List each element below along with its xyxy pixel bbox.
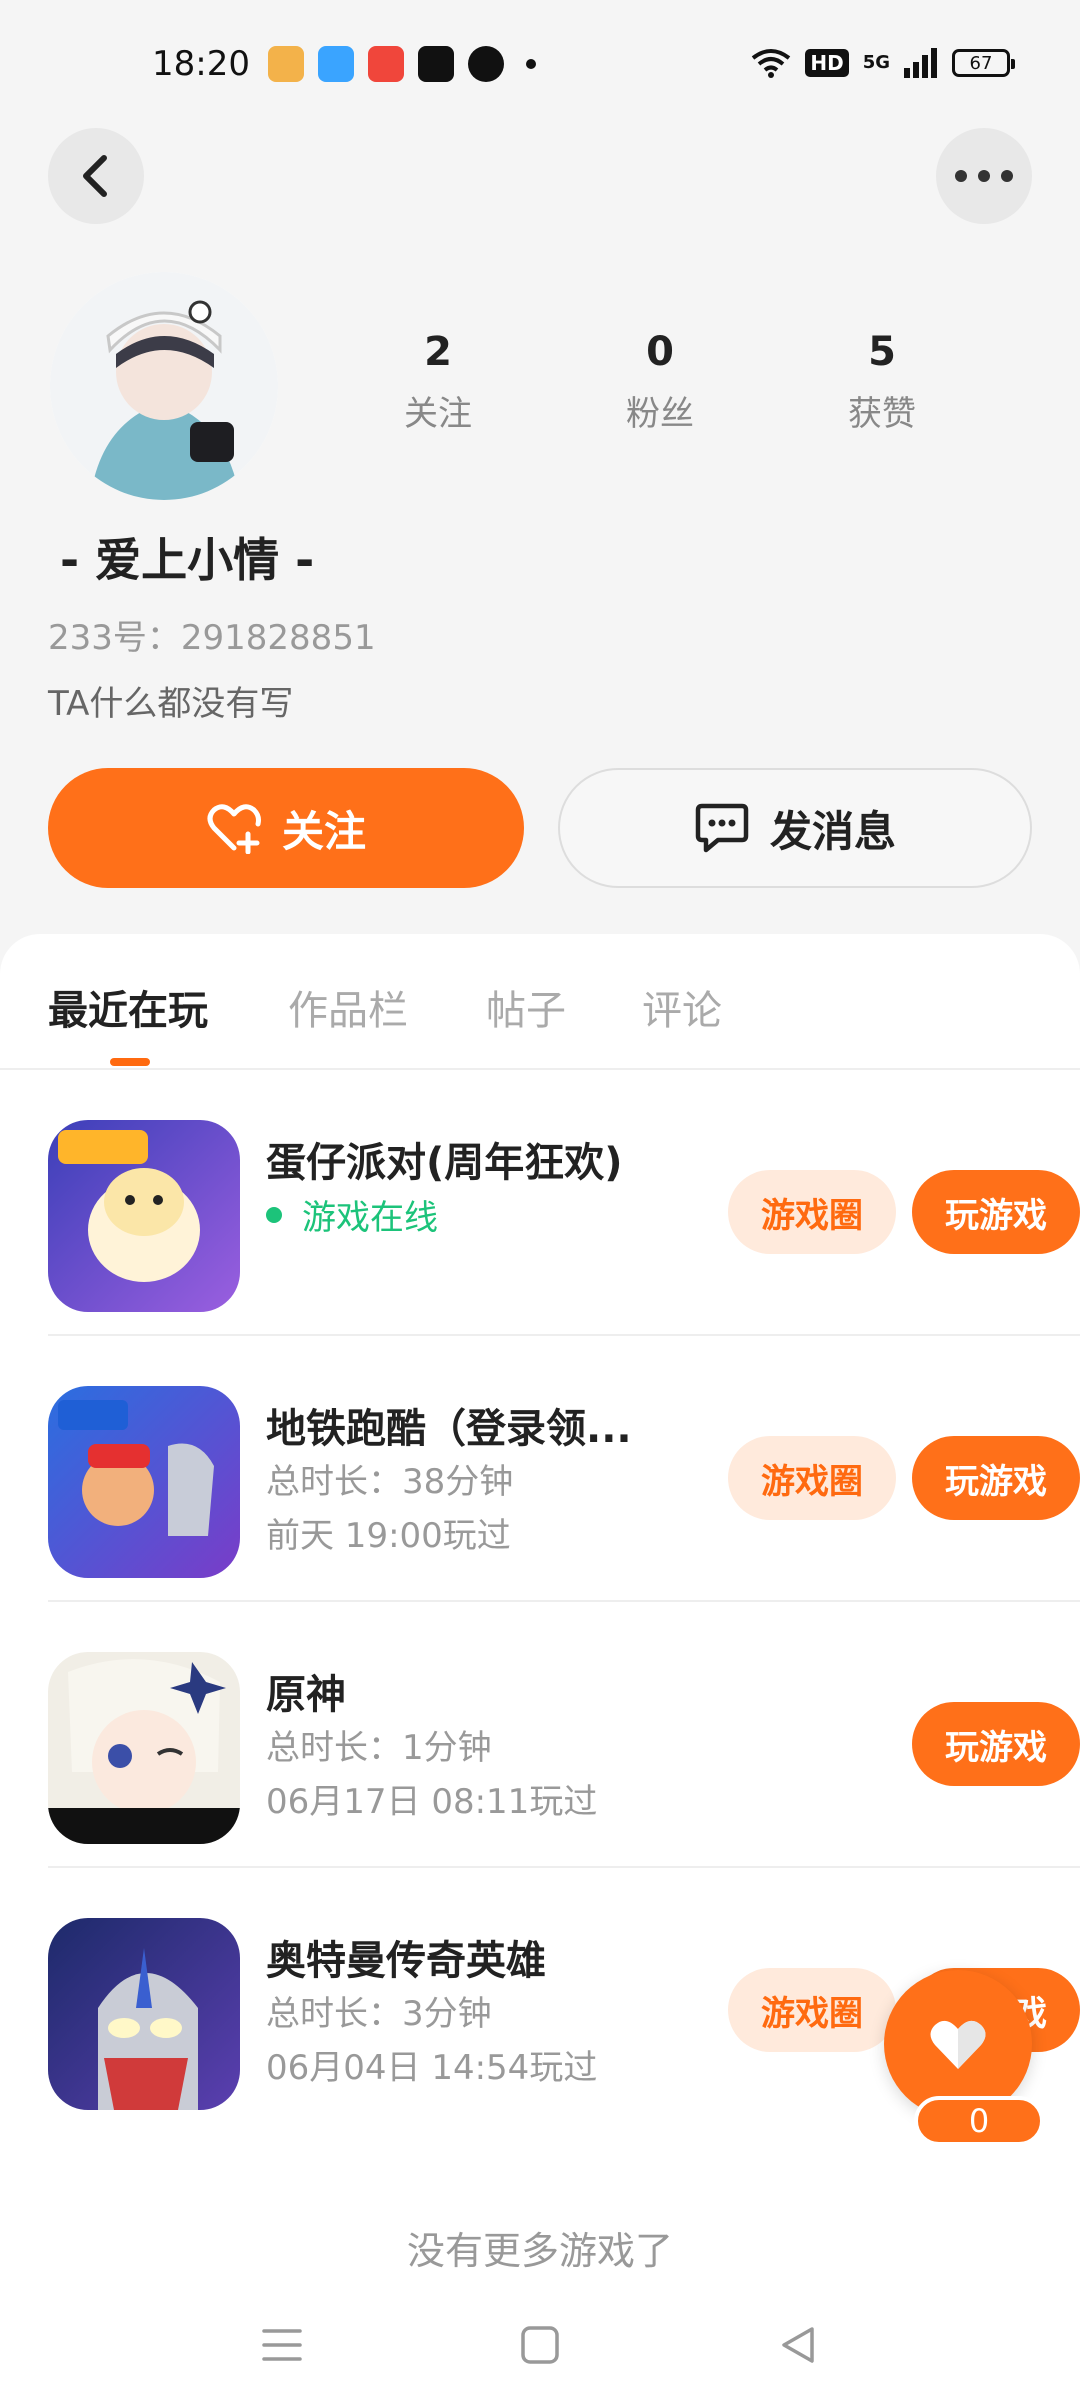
follow-label: 关注 (281, 806, 366, 856)
online-status-label: 游戏在线 (302, 1198, 438, 1238)
avatar-image (50, 272, 278, 500)
app-notification-icon (318, 46, 354, 82)
game-circle-button[interactable]: 游戏圈 (728, 1170, 896, 1254)
last-played: 前天 19:00玩过 (266, 1516, 511, 1556)
status-bar: 18:20 HD 5G 67 (0, 0, 1080, 130)
game-name: 奥特曼传奇英雄 (266, 1938, 546, 1984)
game-icon (48, 1652, 240, 1844)
game-row[interactable]: 蛋仔派对(周年狂欢) 游戏在线 游戏圈 玩游戏 (48, 1070, 1080, 1336)
triangle-back-icon (782, 2327, 814, 2363)
status-time: 18:20 (152, 44, 250, 84)
game-circle-button[interactable]: 游戏圈 (728, 1968, 896, 2052)
app-notification-icon (418, 46, 454, 82)
menu-nav-button[interactable] (242, 2310, 322, 2380)
wechat-icon (468, 46, 504, 82)
followers-count: 0 (646, 329, 674, 375)
game-icon-image (48, 1386, 240, 1578)
profile-tabs: 最近在玩 作品栏 帖子 评论 (0, 934, 1080, 1070)
game-row[interactable]: 原神 总时长：1分钟 06月17日 08:11玩过 玩游戏 (48, 1602, 1080, 1868)
followers-label: 粉丝 (626, 394, 694, 434)
battery-indicator: 67 (952, 49, 1015, 77)
online-dot-icon (266, 1206, 282, 1223)
game-icon-image (48, 1918, 240, 2110)
tab-recently-played[interactable]: 最近在玩 (48, 978, 208, 1036)
game-circle-button[interactable]: 游戏圈 (728, 1436, 896, 1520)
back-nav-button[interactable] (758, 2310, 838, 2380)
like-count-badge: 0 (914, 2096, 1044, 2146)
likes-label: 获赞 (848, 394, 916, 434)
signal-icon (904, 48, 937, 78)
game-icon (48, 1120, 240, 1312)
game-icon-image (48, 1652, 240, 1844)
message-label: 发消息 (769, 806, 896, 856)
last-played: 06月17日 08:11玩过 (266, 1782, 598, 1822)
game-name: 原神 (266, 1672, 346, 1718)
game-row[interactable]: 地铁跑酷（登录领... 总时长：38分钟 前天 19:00玩过 游戏圈 玩游戏 (48, 1336, 1080, 1602)
following-stat[interactable]: 2 关注 (358, 330, 518, 435)
following-count: 2 (424, 329, 452, 375)
followers-stat[interactable]: 0 粉丝 (580, 330, 740, 435)
tab-posts[interactable]: 帖子 (486, 978, 566, 1036)
play-game-button[interactable]: 玩游戏 (912, 1702, 1080, 1786)
message-button[interactable]: 发消息 (558, 768, 1032, 888)
play-game-button[interactable]: 玩游戏 (912, 1436, 1080, 1520)
likes-stat[interactable]: 5 获赞 (802, 330, 962, 435)
system-navigation-bar (0, 2290, 1080, 2400)
game-name: 蛋仔派对(周年狂欢) (266, 1140, 623, 1186)
following-label: 关注 (404, 394, 472, 434)
hd-badge: HD (805, 49, 849, 77)
game-icon (48, 1918, 240, 2110)
tab-comments[interactable]: 评论 (642, 978, 722, 1036)
network-type: 5G (862, 52, 890, 73)
last-played: 06月04日 14:54玩过 (266, 2048, 598, 2088)
chat-bubble-icon (695, 803, 749, 853)
likes-count: 5 (868, 329, 896, 375)
wifi-icon (752, 49, 791, 78)
game-icon-image (48, 1120, 240, 1312)
more-notifications-dot (526, 59, 536, 69)
content-card: 最近在玩 作品栏 帖子 评论 蛋仔派对(周年狂欢) 游戏在线 游戏圈 玩游戏 地… (0, 934, 1080, 2400)
user-id: 233号：291828851 (48, 618, 376, 658)
no-more-games-text: 没有更多游戏了 (406, 2229, 673, 2273)
active-tab-indicator (110, 1058, 150, 1066)
tab-works[interactable]: 作品栏 (288, 978, 408, 1036)
follow-button[interactable]: 关注 (48, 768, 524, 888)
chevron-left-icon (83, 155, 107, 197)
back-button[interactable] (48, 128, 144, 224)
play-duration: 总时长：38分钟 (266, 1462, 514, 1502)
play-duration: 总时长：3分钟 (266, 1994, 492, 2034)
home-nav-button[interactable] (500, 2310, 580, 2380)
app-notification-icon (268, 46, 304, 82)
play-game-button[interactable]: 玩游戏 (912, 1170, 1080, 1254)
notification-icons (268, 46, 536, 82)
more-options-button[interactable] (936, 128, 1032, 224)
play-duration: 总时长：1分钟 (266, 1728, 492, 1768)
app-notification-icon (368, 46, 404, 82)
game-icon (48, 1386, 240, 1578)
game-name: 地铁跑酷（登录领... (266, 1406, 632, 1452)
game-online-status: 游戏在线 (266, 1190, 438, 1239)
square-home-icon (521, 2326, 559, 2364)
nickname: - 爱上小情 - (60, 533, 315, 587)
more-dots-icon (955, 170, 1013, 182)
heart-plus-icon (207, 804, 261, 854)
user-bio: TA什么都没有写 (48, 684, 294, 724)
system-status: HD 5G 67 (751, 48, 1015, 78)
avatar[interactable] (50, 272, 278, 500)
menu-icon (262, 2329, 302, 2361)
heart-icon (930, 2020, 986, 2069)
